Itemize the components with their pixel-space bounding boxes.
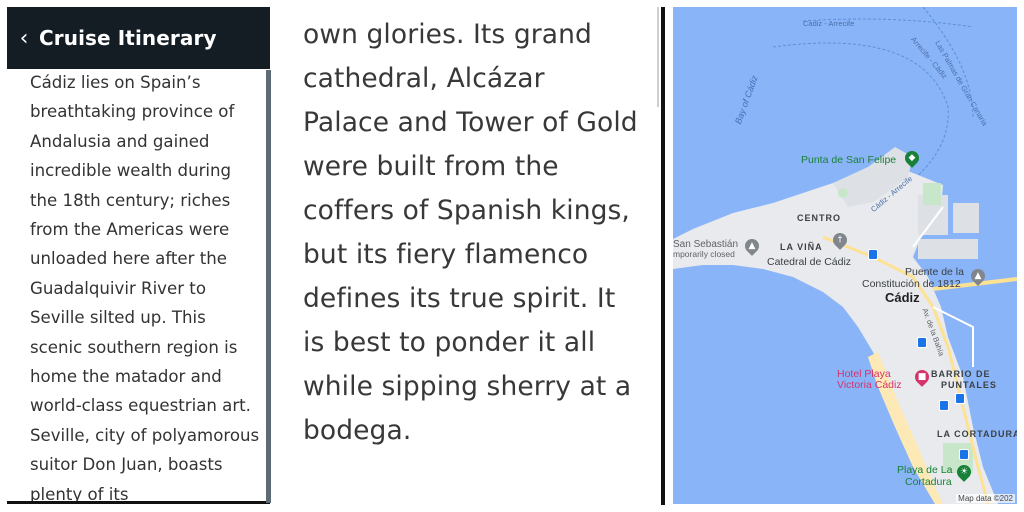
- hotel-label-line2: Victoria Cádiz: [837, 379, 902, 391]
- bus-stop-icon[interactable]: [868, 249, 878, 260]
- itinerary-description: Cádiz lies on Spain’s breathtaking provi…: [30, 68, 262, 509]
- panel-title: Cruise Itinerary: [39, 26, 217, 50]
- map-view[interactable]: Cádiz - Arrecife Las Palmas de Gran Cana…: [673, 7, 1017, 504]
- itinerary-panel: ‹ Cruise Itinerary Cádiz lies on Spain’s…: [0, 0, 270, 512]
- city-label: Cádiz: [885, 290, 920, 305]
- cathedral-pin-icon[interactable]: †: [830, 230, 850, 250]
- chevron-left-icon[interactable]: ‹: [9, 26, 39, 51]
- landmark-pin-icon[interactable]: ▲: [742, 236, 762, 256]
- park-pin-icon[interactable]: ◆: [902, 148, 922, 168]
- bus-stop-icon[interactable]: [955, 393, 965, 404]
- barrio-label-line2: PUNTALES: [941, 380, 997, 390]
- bus-stop-icon[interactable]: [939, 400, 949, 411]
- hotel-pin-icon[interactable]: ■: [912, 367, 932, 387]
- playa-label[interactable]: Playa de La: [897, 464, 952, 476]
- centro-label: CENTRO: [797, 213, 841, 223]
- panel-scroll-edge[interactable]: [266, 70, 271, 503]
- ferry-route-label: Cádiz - Arrecife: [803, 19, 855, 28]
- scrollbar-thumb[interactable]: [657, 7, 659, 107]
- description-text: Cádiz lies on Spain’s breathtaking provi…: [30, 73, 260, 504]
- puente-label-line2: Constitución de 1812: [862, 278, 961, 290]
- bus-stop-icon[interactable]: [959, 449, 969, 460]
- cortadura-label: LA CORTADURA: [937, 429, 1017, 439]
- beach-pin-icon[interactable]: ☀: [954, 462, 974, 482]
- main-text: own glories. Its grand cathedral, Alcáza…: [303, 13, 638, 453]
- panel-header: ‹ Cruise Itinerary: [7, 7, 270, 69]
- content-divider: [661, 7, 665, 505]
- playa-label-line2: Cortadura: [905, 476, 952, 488]
- catedral-label[interactable]: Catedral de Cádiz: [767, 256, 851, 268]
- map-credit: Map data ©202: [956, 494, 1015, 503]
- sebastian-note: mporarily closed: [673, 249, 735, 259]
- main-paragraph: own glories. Its grand cathedral, Alcáza…: [303, 19, 638, 446]
- barrio-label: BARRIO DE: [931, 369, 991, 379]
- panel-bottom-divider: [7, 501, 270, 504]
- la-vina-label: LA VIÑA: [780, 242, 823, 252]
- punta-label[interactable]: Punta de San Felipe: [801, 154, 896, 166]
- puente-label[interactable]: Puente de la: [905, 266, 964, 278]
- bus-stop-icon[interactable]: [917, 337, 927, 348]
- bridge-pin-icon[interactable]: ▲: [968, 266, 988, 286]
